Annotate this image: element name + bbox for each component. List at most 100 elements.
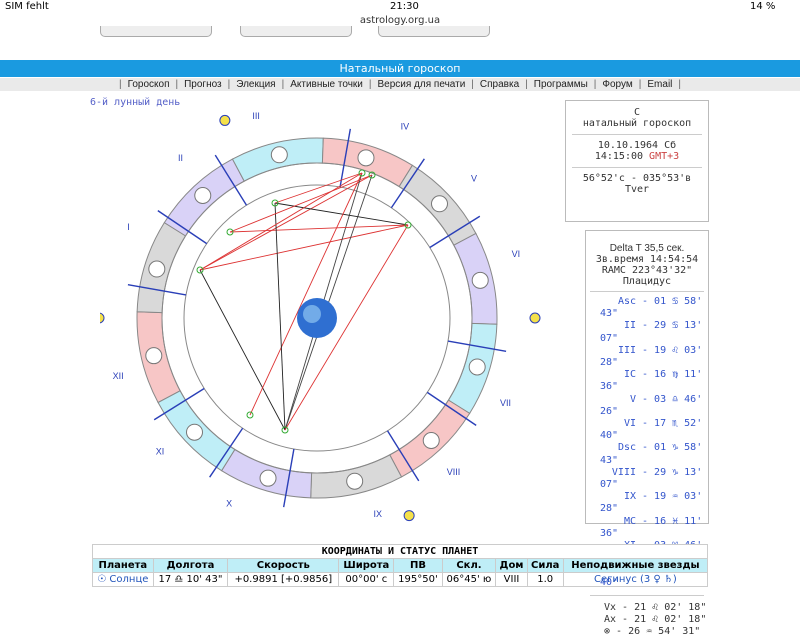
zodiac-sign-icon	[194, 186, 212, 204]
house-numeral: VI	[512, 249, 521, 259]
nav-separator: |	[638, 79, 642, 90]
house-numeral: III	[252, 111, 260, 121]
nav-separator: |	[593, 79, 597, 90]
info-coords: 56°52'с - 035°53'в	[582, 173, 692, 184]
nav-item[interactable]: Версия для печати	[377, 79, 465, 90]
table-cell: 00°00' с	[338, 572, 395, 587]
house-numeral: V	[471, 174, 477, 184]
house-numeral: X	[226, 499, 232, 509]
house-name: MC	[623, 515, 636, 527]
point-row: Vx - 21 ♌ 02' 18"	[604, 601, 707, 613]
nav-separator: |	[471, 79, 474, 90]
column-header: ПВ	[393, 558, 443, 573]
house-numeral: IX	[374, 509, 383, 519]
planet-table: КООРДИНАТЫ И СТАТУС ПЛАНЕТ Планета Долгота…	[92, 544, 709, 587]
nav-separator: |	[175, 79, 179, 90]
table-cell[interactable]: Сегинус (3 ♀ ♄)	[562, 572, 709, 587]
house-numeral: XII	[113, 371, 124, 381]
house-name: IC	[623, 369, 636, 381]
nav-separator: |	[227, 79, 231, 90]
zodiac-sign-icon	[471, 271, 489, 289]
earth-highlight	[303, 305, 321, 323]
house-name: III	[617, 344, 636, 356]
column-header: Долгота	[152, 558, 229, 573]
column-header: Скл.	[441, 558, 497, 573]
house-numeral: VIII	[447, 467, 461, 477]
table-title: КООРДИНАТЫ И СТАТУС ПЛАНЕТ	[92, 544, 708, 559]
house-cusp-row: II - 29 ♋ 13' 07"	[600, 320, 708, 344]
nav-item[interactable]: Элекция	[236, 79, 275, 90]
house-cusp-row: V - 03 ♎ 46' 26"	[600, 394, 708, 418]
info-time: 14:15:00	[594, 151, 644, 162]
house-cusp-row: IX - 19 ♒ 03' 28"	[600, 491, 708, 515]
browser-tab-button[interactable]	[100, 26, 212, 37]
angle-marker-mc	[219, 114, 231, 126]
house-cusp-row: III - 19 ♌ 03' 28"	[600, 345, 708, 369]
carrier-label: SIM fehlt	[5, 1, 49, 12]
nav-item[interactable]: Программы	[534, 79, 588, 90]
ramc: RAMC 223°43'32"	[601, 265, 693, 276]
browser-tab-button[interactable]	[378, 26, 490, 37]
nav-item[interactable]: Форум	[602, 79, 632, 90]
house-name: Asc	[617, 296, 636, 307]
table-cell[interactable]: ☉ Солнце	[92, 572, 154, 587]
delta-t: Delta T 35,5 сек.	[609, 243, 685, 254]
table-cell: 1.0	[526, 572, 564, 587]
house-name: V	[629, 393, 636, 405]
house-numeral: II	[178, 153, 183, 163]
nav-separator: |	[368, 79, 372, 90]
zodiac-sign-icon	[259, 469, 277, 487]
info-person: С	[633, 107, 641, 118]
house-name: IX	[623, 491, 636, 503]
column-header: Неподвижные звезды	[562, 558, 709, 573]
house-cusp-row: Dsc - 01 ♑ 58' 43"	[600, 442, 708, 466]
angle-marker-as	[100, 312, 105, 324]
zodiac-sign-icon	[185, 423, 203, 441]
natal-chart-wheel[interactable]: IIIIIIIVVVIVIIVIIIIXXXIXII	[100, 105, 550, 525]
zodiac-sign-icon	[270, 146, 288, 164]
house-system: Плацидус	[622, 276, 672, 287]
house-numeral: VII	[500, 398, 511, 408]
chart-info-panel: С натальный гороскоп 10.10.1964 Сб 14:15…	[565, 100, 709, 222]
column-header: Планета	[92, 558, 154, 573]
column-header: Дом	[495, 558, 528, 573]
zodiac-sign-icon	[422, 432, 440, 450]
table-cell: VIII	[495, 572, 528, 587]
house-name: Dsc	[617, 442, 636, 454]
info-place: Tver	[624, 184, 650, 195]
status-bar: SIM fehlt 21:30 14 %	[0, 0, 800, 14]
nav-item[interactable]: Прогноз	[184, 79, 222, 90]
url-bar[interactable]: astrology.org.ua	[0, 15, 800, 26]
column-header: Широта	[338, 558, 395, 573]
houses-panel: Delta T 35,5 сек. Зв.время 14:54:54 RAMC…	[585, 230, 709, 637]
clock: 21:30	[390, 1, 419, 12]
sensitive-points-list: Vx - 21 ♌ 02' 18" Ax - 21 ♌ 02' 18" ⊗ - 26…	[586, 602, 708, 638]
info-date: 10.10.1964 Сб	[597, 140, 677, 151]
nav-item[interactable]: Гороскоп	[128, 79, 170, 90]
zodiac-sign-icon	[145, 347, 163, 365]
browser-tab-button[interactable]	[240, 26, 352, 37]
house-cusp-row: Asc - 01 ♋ 58' 43"	[600, 296, 708, 320]
point-row: Ax - 21 ♌ 02' 18"	[604, 614, 707, 626]
table-row: ☉ Солнце 17 ♎ 10' 43" +0.9891 [+0.9856] 00°…	[92, 572, 709, 587]
house-numeral: IV	[401, 121, 410, 131]
table-cell: 17 ♎ 10' 43"	[152, 572, 229, 587]
column-header: Скорость	[227, 558, 340, 573]
nav-item[interactable]: Справка	[480, 79, 519, 90]
main-nav: | Гороскоп | Прогноз | Элекция | Активные точки…	[0, 78, 800, 91]
page-title: Натальный гороскоп	[0, 60, 800, 77]
nav-separator: |	[525, 79, 528, 90]
nav-item[interactable]: Email	[647, 79, 672, 90]
zodiac-sign-icon	[346, 472, 364, 490]
table-cell: 195°50'	[393, 572, 443, 587]
house-numeral: XI	[156, 446, 165, 456]
table-cell: +0.9891 [+0.9856]	[227, 572, 340, 587]
nav-separator: |	[118, 79, 122, 90]
house-name: VI	[623, 418, 636, 430]
nav-separator: |	[678, 79, 682, 90]
nav-item[interactable]: Активные точки	[290, 79, 363, 90]
house-numeral: I	[127, 222, 130, 232]
battery-level: 14 %	[750, 1, 776, 12]
zodiac-sign-icon	[468, 358, 486, 376]
info-timezone: GMT+3	[649, 151, 680, 162]
